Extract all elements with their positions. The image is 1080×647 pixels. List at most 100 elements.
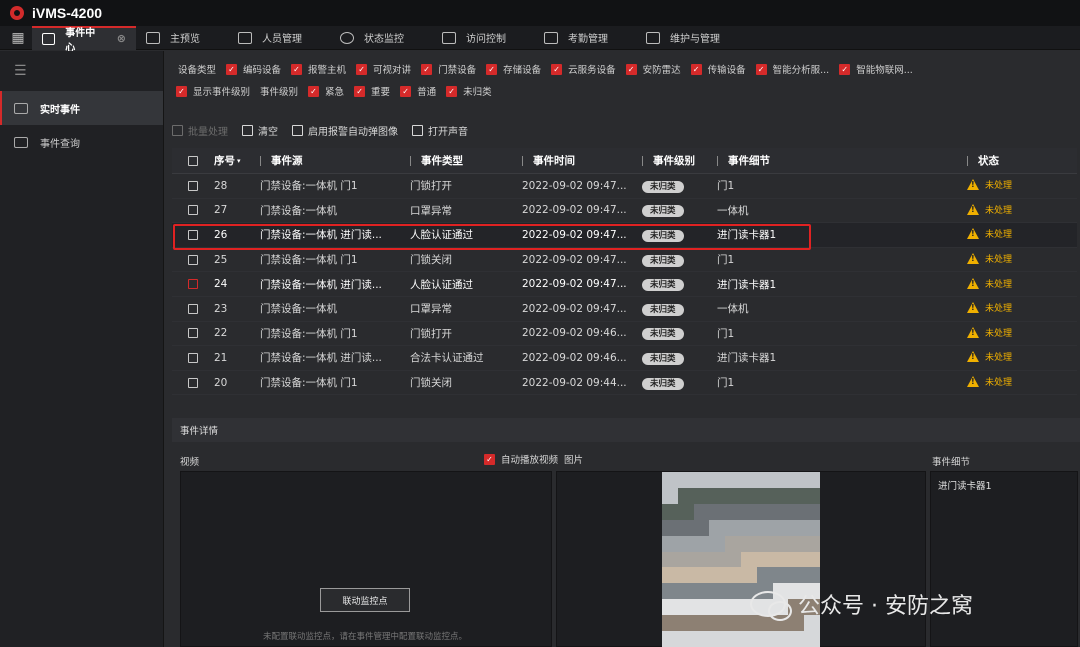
- sound-toggle-button[interactable]: 打开声音: [412, 123, 468, 138]
- filter-level[interactable]: ✓ 普通: [396, 84, 436, 98]
- filter-device-type[interactable]: ✓ 安防雷达: [622, 62, 681, 76]
- batch-process-button[interactable]: 批量处理: [172, 123, 228, 138]
- filter-level[interactable]: ✓ 重要: [350, 84, 390, 98]
- header-label: 事件细节: [728, 155, 770, 167]
- filter-show-level[interactable]: ✓ 显示事件级别: [172, 84, 250, 98]
- checked-checkbox-icon[interactable]: ✓: [291, 63, 303, 75]
- auto-play-toggle[interactable]: ✓ 自动播放视频 图片: [480, 452, 583, 466]
- row-select-cell: [172, 279, 214, 290]
- tab-person-management[interactable]: 人员管理: [228, 26, 312, 50]
- event-detail-value: 进门读卡器1: [938, 481, 992, 492]
- table-row[interactable]: 24 门禁设备:一体机 进门读... 人脸认证通过 2022-09-02 09:47.…: [172, 272, 1077, 297]
- sidebar-item-realtime-events[interactable]: 实时事件: [0, 91, 163, 125]
- app-logo-icon: [10, 6, 24, 20]
- header-label: 状态: [978, 155, 999, 167]
- checked-checkbox-icon[interactable]: ✓: [421, 63, 433, 75]
- filter-level[interactable]: ✓ 紧急: [304, 84, 344, 98]
- header-seq[interactable]: 序号 ▾: [214, 153, 260, 168]
- select-all-checkbox[interactable]: [188, 155, 198, 166]
- row-select-cell: [172, 328, 214, 339]
- header-type: 事件类型: [410, 153, 522, 168]
- checked-checkbox-icon[interactable]: ✓: [226, 63, 238, 75]
- tab-main-preview[interactable]: 主预览: [136, 26, 210, 50]
- table-row[interactable]: 21 门禁设备:一体机 进门读... 合法卡认证通过 2022-09-02 09:46…: [172, 346, 1077, 371]
- sidebar-item-event-query[interactable]: 事件查询: [0, 125, 163, 159]
- tab-label: 访问控制: [466, 34, 506, 45]
- filter-label: 编码设备: [243, 65, 282, 76]
- enable-popup-image-button[interactable]: 启用报警自动弹图像: [292, 123, 398, 138]
- checked-checkbox-icon[interactable]: ✓: [690, 63, 702, 75]
- filter-label: 门禁设备: [438, 65, 477, 76]
- grid-menu-icon[interactable]: ▦: [4, 26, 32, 50]
- checked-checkbox-icon[interactable]: ✓: [356, 63, 368, 75]
- table-row[interactable]: 26 门禁设备:一体机 进门读... 人脸认证通过 2022-09-02 09:47.…: [172, 223, 1077, 248]
- cell-time: 2022-09-02 09:47...: [522, 228, 627, 241]
- checked-checkbox-icon[interactable]: ✓: [354, 85, 366, 97]
- cell-seq: 20: [214, 376, 228, 389]
- filter-device-type[interactable]: ✓ 门禁设备: [417, 62, 476, 76]
- filter-device-type[interactable]: ✓ 智能物联网...: [835, 62, 913, 76]
- tab-label: 状态监控: [364, 34, 404, 45]
- watermark: 公众号 · 安防之窝: [750, 588, 973, 621]
- header-time: 事件时间: [522, 153, 642, 168]
- filter-device-type[interactable]: ✓ 云服务设备: [547, 62, 616, 76]
- clear-button[interactable]: 清空: [242, 123, 278, 138]
- filter-device-type[interactable]: ✓ 存储设备: [482, 62, 541, 76]
- checked-checkbox-icon[interactable]: ✓: [625, 63, 637, 75]
- row-checkbox[interactable]: [188, 328, 198, 339]
- filter-device-type[interactable]: ✓ 编码设备: [222, 62, 281, 76]
- row-checkbox[interactable]: [188, 352, 198, 363]
- tab-status-monitor[interactable]: 状态监控: [330, 26, 414, 50]
- table-row[interactable]: 20 门禁设备:一体机 门1 门锁关闭 2022-09-02 09:44... 未归类 门…: [172, 371, 1077, 396]
- tab-event-center[interactable]: 事件中心 ⊗: [32, 25, 136, 54]
- filter-device-type[interactable]: ✓ 智能分析服...: [752, 62, 829, 76]
- cell-seq: 24: [214, 278, 228, 291]
- no-link-note: 未配置联动监控点，请在事件管理中配置联动监控点。: [262, 632, 467, 642]
- cell-source: 门禁设备:一体机: [260, 204, 338, 217]
- cell-status: 未处理: [967, 301, 1077, 316]
- level-badge: 未归类: [642, 254, 684, 267]
- button-label: 批量处理: [188, 126, 228, 138]
- row-checkbox[interactable]: [188, 377, 198, 388]
- checked-checkbox-icon[interactable]: ✓: [308, 85, 320, 97]
- table-row[interactable]: 22 门禁设备:一体机 门1 门锁打开 2022-09-02 09:46... 未归类 门…: [172, 322, 1077, 347]
- checked-checkbox-icon[interactable]: ✓: [551, 63, 563, 75]
- tab-attendance[interactable]: 考勤管理: [534, 26, 618, 50]
- link-camera-button[interactable]: 联动监控点: [320, 588, 410, 612]
- event-center-icon: [42, 32, 56, 45]
- filter-device-type[interactable]: ✓ 传输设备: [687, 62, 746, 76]
- checked-checkbox-icon[interactable]: ✓: [484, 453, 495, 465]
- monitor-icon: [146, 31, 160, 44]
- row-checkbox[interactable]: [188, 279, 198, 290]
- cell-detail: 一体机: [717, 303, 749, 316]
- checked-checkbox-icon[interactable]: ✓: [839, 63, 851, 75]
- row-checkbox[interactable]: [188, 303, 198, 314]
- table-row[interactable]: 28 门禁设备:一体机 门1 门锁打开 2022-09-02 09:47... 未归类 门…: [172, 174, 1077, 199]
- tab-label: 主预览: [170, 34, 200, 45]
- row-checkbox[interactable]: [188, 254, 198, 265]
- close-tab-icon[interactable]: ⊗: [117, 32, 126, 45]
- tab-access-control[interactable]: 访问控制: [432, 26, 516, 50]
- header-status: 状态: [967, 153, 1077, 168]
- filter-device-type[interactable]: ✓ 报警主机: [287, 62, 346, 76]
- hamburger-menu-icon[interactable]: ☰: [0, 51, 163, 91]
- filter-device-type[interactable]: ✓ 可视对讲: [352, 62, 411, 76]
- checked-checkbox-icon[interactable]: ✓: [755, 63, 767, 75]
- tab-label: 事件中心: [65, 27, 96, 54]
- tab-maintenance[interactable]: 维护与管理: [636, 26, 730, 50]
- table-row[interactable]: 23 门禁设备:一体机 口罩异常 2022-09-02 09:47... 未归类 一体机 未…: [172, 297, 1077, 322]
- checked-checkbox-icon[interactable]: ✓: [176, 85, 187, 97]
- sidebar-item-label: 实时事件: [40, 104, 80, 116]
- status-text: 未处理: [985, 230, 1013, 241]
- table-row[interactable]: 25 门禁设备:一体机 门1 门锁关闭 2022-09-02 09:47... 未归类 门…: [172, 248, 1077, 273]
- checked-checkbox-icon[interactable]: ✓: [486, 63, 498, 75]
- row-checkbox[interactable]: [188, 229, 198, 240]
- table-row[interactable]: 27 门禁设备:一体机 口罩异常 2022-09-02 09:47... 未归类 一体机 未…: [172, 199, 1077, 224]
- row-checkbox[interactable]: [188, 180, 198, 191]
- row-checkbox[interactable]: [188, 205, 198, 216]
- filter-level[interactable]: ✓ 未归类: [442, 84, 492, 98]
- checked-checkbox-icon[interactable]: ✓: [400, 85, 412, 97]
- checked-checkbox-icon[interactable]: ✓: [446, 85, 458, 97]
- warning-icon: [967, 203, 979, 215]
- status-badge: 未处理: [967, 178, 1012, 191]
